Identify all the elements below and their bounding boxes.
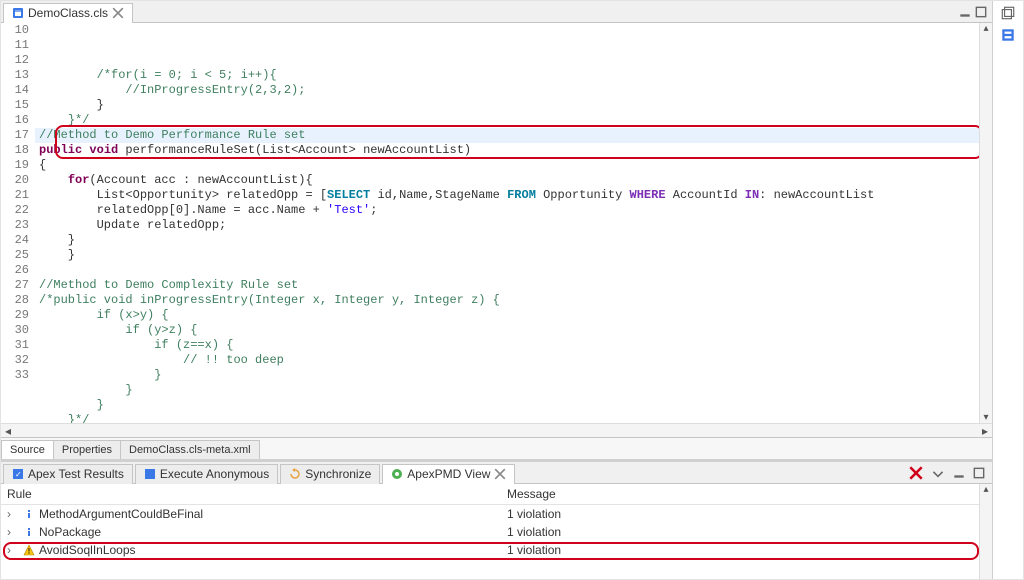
pmd-violation-row[interactable]: › MethodArgumentCouldBeFinal 1 violation — [1, 505, 992, 523]
code-line[interactable]: }*/ — [35, 113, 992, 128]
code-line[interactable]: } — [35, 383, 992, 398]
close-tab-icon[interactable] — [494, 468, 506, 480]
restore-icon[interactable] — [1000, 5, 1016, 21]
rule-name: NoPackage — [39, 525, 101, 539]
code-line[interactable]: Update relatedOpp; — [35, 218, 992, 233]
code-line[interactable]: { — [35, 158, 992, 173]
maximize-icon[interactable] — [974, 5, 988, 19]
view-menu-icon[interactable] — [930, 465, 946, 481]
editor-tab-democlass[interactable]: DemoClass.cls — [3, 3, 133, 23]
panel-tabbar: ✓ Apex Test Results Execute Anonymous Sy… — [1, 462, 992, 484]
panel-column-headers: Rule Message — [1, 484, 992, 505]
panel-tab-execute-anon[interactable]: Execute Anonymous — [135, 464, 278, 484]
tab-meta-xml[interactable]: DemoClass.cls-meta.xml — [120, 440, 260, 459]
scroll-left-icon[interactable]: ◂ — [1, 424, 15, 438]
code-line[interactable]: //InProgressEntry(2,3,2); — [35, 83, 992, 98]
rule-name: AvoidSoqlInLoops — [39, 543, 136, 557]
main-column: DemoClass.cls 10111213141516171819202122… — [1, 1, 993, 579]
sync-icon — [289, 468, 301, 480]
code-line[interactable]: relatedOpp[0].Name = acc.Name + 'Test'; — [35, 203, 992, 218]
pmd-violation-row[interactable]: › AvoidSoqlInLoops 1 violation — [1, 541, 992, 559]
editor-horizontal-scrollbar[interactable]: ◂ ▸ — [1, 423, 992, 437]
code-line[interactable]: for(Account acc : newAccountList){ — [35, 173, 992, 188]
code-line[interactable]: } — [35, 248, 992, 263]
column-header-rule[interactable]: Rule — [1, 484, 501, 504]
scroll-up-icon[interactable]: ▴ — [983, 23, 988, 34]
expand-icon[interactable]: › — [7, 525, 19, 539]
code-line[interactable]: /*for(i = 0; i < 5; i++){ — [35, 68, 992, 83]
code-line[interactable]: } — [35, 98, 992, 113]
line-number-gutter: 1011121314151617181920212223242526272829… — [1, 23, 35, 423]
expand-icon[interactable]: › — [7, 543, 19, 557]
editor-tabbar: DemoClass.cls — [1, 1, 992, 23]
violation-message: 1 violation — [507, 525, 561, 539]
code-line[interactable]: //Method to Demo Complexity Rule set — [35, 278, 992, 293]
svg-text:✓: ✓ — [15, 470, 22, 479]
minimize-panel-icon[interactable] — [952, 466, 966, 480]
code-line[interactable]: List<Opportunity> relatedOpp = [SELECT i… — [35, 188, 992, 203]
right-toolbar — [993, 1, 1023, 579]
code-line[interactable] — [35, 263, 992, 278]
panel-tab-apex-pmd[interactable]: ApexPMD View — [382, 464, 515, 484]
editor-window-controls — [958, 5, 992, 19]
code-line[interactable]: } — [35, 368, 992, 383]
editor-bottom-tabs: Source Properties DemoClass.cls-meta.xml — [1, 437, 992, 459]
expand-icon[interactable]: › — [7, 507, 19, 521]
maximize-panel-icon[interactable] — [972, 466, 986, 480]
editor-vertical-scrollbar[interactable]: ▴ ▾ — [979, 23, 992, 423]
scroll-right-icon[interactable]: ▸ — [978, 424, 992, 438]
scroll-up-icon[interactable]: ▴ — [983, 484, 988, 495]
panel-tab-label: Apex Test Results — [28, 467, 124, 481]
app-root: DemoClass.cls 10111213141516171819202122… — [0, 0, 1024, 580]
code-editor[interactable]: 1011121314151617181920212223242526272829… — [1, 23, 992, 459]
warning-icon — [23, 544, 35, 556]
bottom-panel: ✓ Apex Test Results Execute Anonymous Sy… — [1, 459, 992, 579]
code-line[interactable]: if (y>z) { — [35, 323, 992, 338]
rule-name: MethodArgumentCouldBeFinal — [39, 507, 203, 521]
violation-message: 1 violation — [507, 507, 561, 521]
pmd-icon — [391, 468, 403, 480]
info-icon — [23, 526, 35, 538]
code-body[interactable]: /*for(i = 0; i < 5; i++){ //InProgressEn… — [35, 23, 992, 423]
outline-icon[interactable] — [1000, 27, 1016, 43]
panel-body: Rule Message › MethodArgumentCouldBeFinal… — [1, 484, 992, 579]
info-icon — [23, 508, 35, 520]
violation-message: 1 violation — [507, 543, 561, 557]
code-line[interactable]: } — [35, 233, 992, 248]
apex-test-icon: ✓ — [12, 468, 24, 480]
tab-source[interactable]: Source — [1, 440, 54, 459]
code-line[interactable]: /*public void inProgressEntry(Integer x,… — [35, 293, 992, 308]
tab-properties[interactable]: Properties — [53, 440, 121, 459]
code-line[interactable]: public void performanceRuleSet(List<Acco… — [35, 143, 992, 158]
minimize-icon[interactable] — [958, 5, 972, 19]
code-line[interactable]: // !! too deep — [35, 353, 992, 368]
code-line[interactable]: } — [35, 398, 992, 413]
close-tab-icon[interactable] — [112, 7, 124, 19]
scroll-down-icon[interactable]: ▾ — [983, 412, 988, 423]
panel-tab-label: Execute Anonymous — [160, 467, 269, 481]
code-line[interactable]: }*/ — [35, 413, 992, 423]
panel-tab-synchronize[interactable]: Synchronize — [280, 464, 380, 484]
panel-tab-apex-test[interactable]: ✓ Apex Test Results — [3, 464, 133, 484]
panel-vertical-scrollbar[interactable]: ▴ — [979, 484, 992, 579]
editor-tab-label: DemoClass.cls — [28, 6, 108, 20]
panel-tab-label: Synchronize — [305, 467, 371, 481]
code-line[interactable]: //Method to Demo Performance Rule set — [35, 128, 992, 143]
column-header-message[interactable]: Message — [501, 484, 992, 504]
delete-icon[interactable] — [908, 465, 924, 481]
pmd-violation-row[interactable]: › NoPackage 1 violation — [1, 523, 992, 541]
panel-tab-label: ApexPMD View — [407, 467, 490, 481]
apex-file-icon — [12, 7, 24, 19]
code-line[interactable]: if (x>y) { — [35, 308, 992, 323]
execute-anon-icon — [144, 468, 156, 480]
code-line[interactable]: if (z==x) { — [35, 338, 992, 353]
